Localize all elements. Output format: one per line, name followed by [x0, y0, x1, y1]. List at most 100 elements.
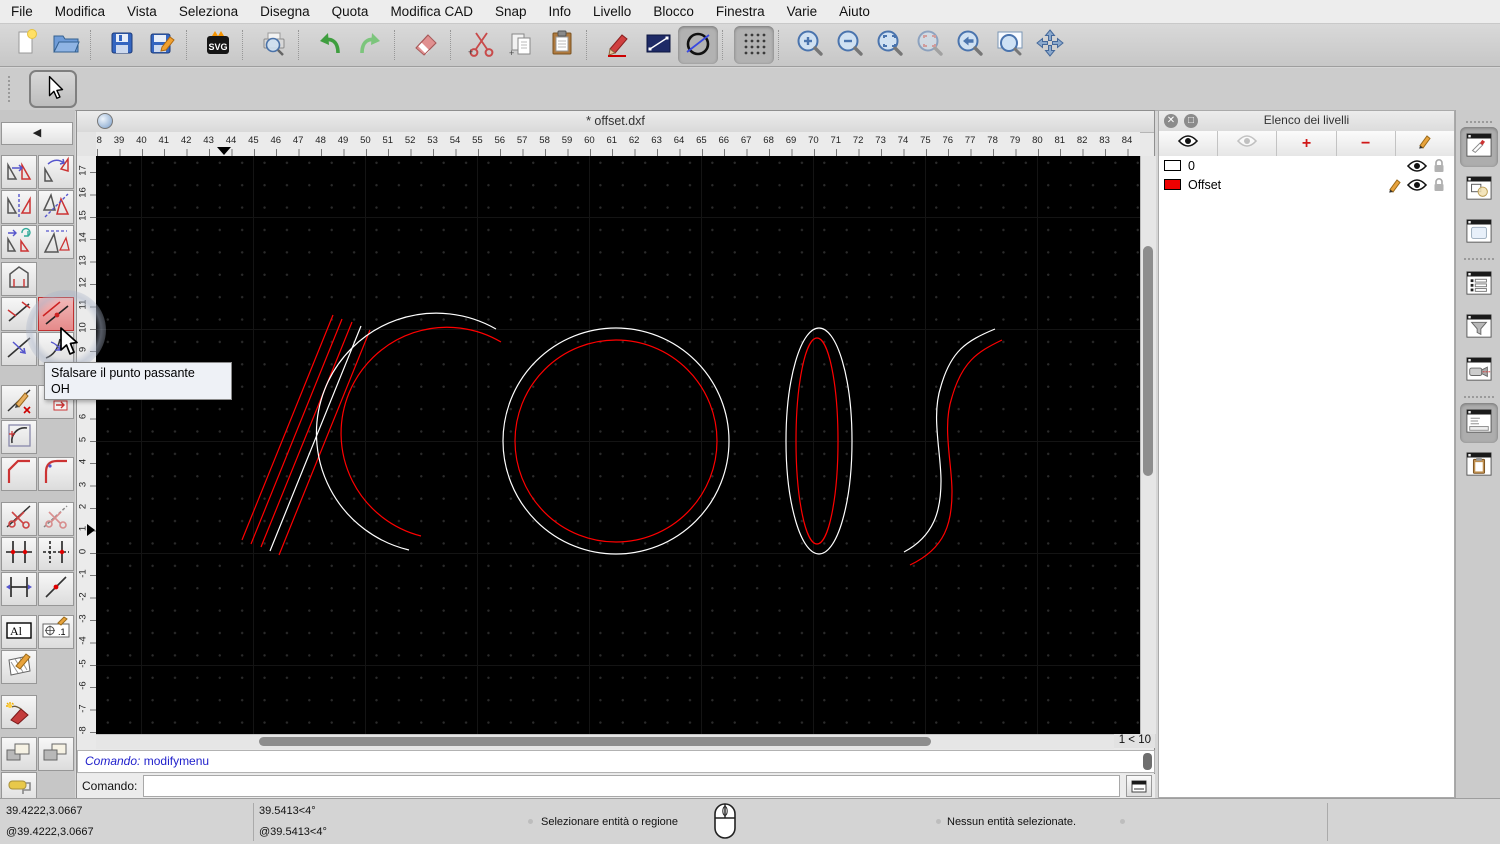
mirror-tool[interactable]	[1, 190, 37, 224]
menu-item-snap[interactable]: Snap	[484, 0, 538, 23]
hatch-edit-tool[interactable]	[1, 650, 37, 684]
menu-item-info[interactable]: Info	[538, 0, 583, 23]
zoom-redraw-button[interactable]	[910, 26, 950, 64]
lengthen-tool[interactable]	[1, 572, 37, 606]
paste-button[interactable]	[542, 26, 582, 64]
fillet-tool[interactable]	[38, 457, 74, 491]
menu-item-vista[interactable]: Vista	[116, 0, 168, 23]
stretch-tool[interactable]	[1, 332, 37, 366]
menu-item-livello[interactable]: Livello	[582, 0, 642, 23]
trim-both-tool[interactable]	[1, 537, 37, 571]
draw-attributes-button[interactable]	[598, 26, 638, 64]
layer-visibility-eye-icon[interactable]	[1406, 159, 1428, 173]
line-attributes-button[interactable]	[638, 26, 678, 64]
cad-entity[interactable]	[502, 327, 730, 555]
zoom-in-button[interactable]	[790, 26, 830, 64]
trim-tool[interactable]	[1, 297, 37, 331]
cad-entity[interactable]	[514, 339, 718, 543]
print-preview-button[interactable]	[254, 26, 294, 64]
layer-row-offset[interactable]: Offset	[1159, 175, 1454, 194]
history-scrollbar-thumb[interactable]	[1143, 753, 1152, 770]
library-browser-button[interactable]	[1460, 213, 1498, 253]
to-back-tool[interactable]	[38, 737, 74, 771]
layer-edit-pencil-icon[interactable]	[1384, 177, 1406, 193]
menu-item-varie[interactable]: Varie	[776, 0, 829, 23]
cut-button[interactable]: +	[462, 26, 502, 64]
menu-item-blocco[interactable]: Blocco	[642, 0, 705, 23]
copy-button[interactable]: +	[502, 26, 542, 64]
zoom-auto-button[interactable]	[870, 26, 910, 64]
close-panel-icon[interactable]: ✕	[1164, 114, 1178, 128]
dimension-edit-tool[interactable]: .1	[38, 615, 74, 649]
tools-back-button[interactable]: ◀	[1, 122, 73, 145]
redo-button[interactable]	[350, 26, 390, 64]
menu-item-modifica-cad[interactable]: Modifica CAD	[379, 0, 484, 23]
modify-shape-tool[interactable]	[1, 262, 37, 296]
edit-delete-tool[interactable]	[1, 385, 37, 419]
delete-button[interactable]	[406, 26, 446, 64]
circle-attributes-button[interactable]	[678, 26, 718, 64]
menu-item-seleziona[interactable]: Seleziona	[168, 0, 249, 23]
divide-marked-tool[interactable]	[38, 502, 74, 536]
zoom-window-button[interactable]	[990, 26, 1030, 64]
trim-one-tool[interactable]	[38, 537, 74, 571]
bend-tool[interactable]	[38, 332, 74, 366]
zoom-out-button[interactable]	[830, 26, 870, 64]
entity-list-panel-button[interactable]	[1460, 265, 1498, 305]
move-rotate-tool[interactable]	[1, 225, 37, 259]
to-front-tool[interactable]	[1, 737, 37, 771]
explode-tool[interactable]	[1, 695, 37, 729]
undo-button[interactable]	[310, 26, 350, 64]
canvas-horizontal-scrollbar[interactable]	[96, 734, 1114, 749]
edit-layer-button[interactable]	[1396, 131, 1454, 156]
split-tool[interactable]	[38, 572, 74, 606]
grid-toggle-button[interactable]	[734, 26, 774, 64]
cad-entity[interactable]	[795, 337, 839, 545]
menu-item-quota[interactable]: Quota	[321, 0, 380, 23]
add-layer-button[interactable]: +	[1277, 131, 1337, 156]
remove-layer-button[interactable]: −	[1337, 131, 1396, 156]
layer-lock-icon[interactable]	[1428, 158, 1450, 173]
command-line-panel-button[interactable]	[1459, 403, 1498, 443]
cad-entity[interactable]	[340, 326, 502, 537]
save-as-button[interactable]	[142, 26, 182, 64]
scale-tool[interactable]	[38, 225, 74, 259]
bevel-tool[interactable]	[1, 457, 37, 491]
cad-entity[interactable]	[315, 312, 497, 551]
zoom-pan-button[interactable]	[1030, 26, 1070, 64]
command-window-toggle-button[interactable]	[1126, 775, 1152, 797]
hide-all-layers-button[interactable]	[1218, 131, 1278, 156]
zoom-previous-button[interactable]	[950, 26, 990, 64]
svg-export-button[interactable]: SVG	[198, 26, 238, 64]
vertical-scrollbar-thumb[interactable]	[1143, 246, 1153, 476]
rotate-tool[interactable]	[38, 155, 74, 189]
selection-filter-panel-button[interactable]	[1460, 308, 1498, 348]
menu-item-modifica[interactable]: Modifica	[44, 0, 116, 23]
clipboard-panel-button[interactable]	[1460, 446, 1498, 486]
open-file-button[interactable]	[46, 26, 86, 64]
layer-list-panel-button[interactable]	[1459, 127, 1498, 167]
drawing-canvas[interactable]	[96, 156, 1140, 734]
layer-lock-icon[interactable]	[1428, 177, 1450, 192]
cad-entity[interactable]	[260, 321, 353, 548]
menu-item-file[interactable]: File	[0, 0, 44, 23]
round-corner-tool[interactable]	[1, 420, 37, 454]
menu-item-aiuto[interactable]: Aiuto	[828, 0, 881, 23]
divide-tool[interactable]	[1, 502, 37, 536]
mirror-axis-tool[interactable]	[38, 190, 74, 224]
show-all-layers-button[interactable]	[1159, 131, 1219, 156]
projection-panel-button[interactable]	[1460, 351, 1498, 391]
menu-item-finestra[interactable]: Finestra	[705, 0, 776, 23]
layer-row-0[interactable]: 0	[1159, 156, 1454, 175]
detach-panel-icon[interactable]: □	[1184, 114, 1198, 128]
menu-item-disegna[interactable]: Disegna	[249, 0, 321, 23]
canvas-vertical-scrollbar[interactable]	[1140, 156, 1156, 734]
offset-tool[interactable]	[38, 297, 74, 331]
save-button[interactable]	[102, 26, 142, 64]
command-input[interactable]	[143, 775, 1120, 797]
select-tool-button[interactable]	[29, 70, 77, 108]
layer-visibility-eye-icon[interactable]	[1406, 178, 1428, 192]
cad-entity[interactable]	[909, 339, 1003, 566]
horizontal-scrollbar-thumb[interactable]	[259, 737, 931, 746]
new-file-button[interactable]	[6, 26, 46, 64]
